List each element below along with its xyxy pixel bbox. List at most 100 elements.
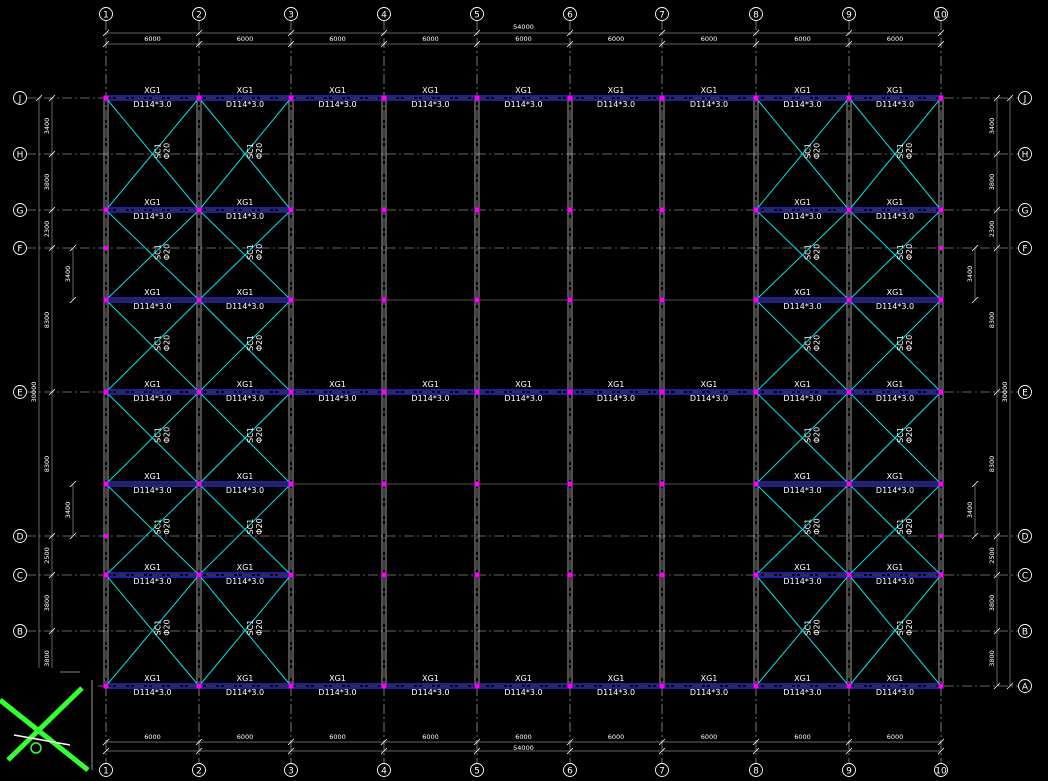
column-axis-bubble-top: 7 — [659, 11, 665, 21]
tie-beam-label: XG1 — [887, 674, 904, 683]
tie-beam-label: XG1 — [515, 86, 532, 95]
tie-beam-label: XG1 — [329, 674, 346, 683]
tie-beam-label: XG1 — [794, 198, 811, 207]
column-node — [659, 297, 665, 303]
column-node — [474, 481, 480, 487]
column-node — [938, 95, 944, 101]
column-node — [938, 297, 944, 303]
tie-beam-section: D114*3.0 — [597, 100, 635, 109]
tie-beam-label: XG1 — [608, 86, 625, 95]
column-node — [939, 246, 943, 250]
row-axis-bubble-left: E — [17, 389, 23, 399]
bay-dimension: 6000 — [701, 733, 718, 741]
tie-beam-label: XG1 — [144, 674, 161, 683]
column-node — [103, 95, 109, 101]
brace-label: SC1 — [154, 335, 163, 351]
bay-dimension: 6000 — [144, 733, 161, 741]
tie-beam-section: D114*3.0 — [783, 688, 821, 697]
brace-section: Φ20 — [905, 244, 914, 260]
brace-section: Φ20 — [905, 619, 914, 635]
tie-beam-section: D114*3.0 — [876, 302, 914, 311]
column-node — [938, 481, 944, 487]
bay-dimension: 6000 — [237, 733, 254, 741]
row-axis-bubble-left: B — [17, 628, 23, 638]
row-dimension: 3800 — [988, 650, 996, 667]
row-dimension: 3400 — [43, 118, 51, 135]
tie-beam-label: XG1 — [515, 380, 532, 389]
brace-label: SC1 — [896, 143, 905, 159]
row-axis-bubble-right: G — [1022, 207, 1029, 217]
tie-beam-section: D114*3.0 — [133, 577, 171, 586]
row-dimension: 8300 — [988, 456, 996, 473]
column-node — [103, 572, 109, 578]
brace-section: Φ20 — [255, 427, 264, 443]
bay-dimension: 6000 — [887, 733, 904, 741]
column-node — [196, 683, 202, 689]
tie-beam-section: D114*3.0 — [226, 100, 264, 109]
column-node — [659, 481, 665, 487]
column-node — [846, 572, 852, 578]
column-axis-bubble-bottom: 4 — [381, 767, 387, 777]
tie-beam-label: XG1 — [237, 563, 254, 572]
column-node — [846, 683, 852, 689]
tie-beam-label: XG1 — [887, 472, 904, 481]
column-node — [939, 534, 943, 538]
tie-beam-section: D114*3.0 — [597, 394, 635, 403]
row-axis-bubble-left: D — [17, 533, 24, 543]
column-node — [567, 683, 573, 689]
column-node — [196, 389, 202, 395]
brace-label: SC1 — [804, 519, 813, 535]
column-node — [104, 246, 108, 250]
column-axis-bubble-top: 6 — [567, 11, 573, 21]
tie-beam-section: D114*3.0 — [226, 394, 264, 403]
column-axis-bubble-top: 1 — [103, 11, 109, 21]
bay-dimension: 6000 — [329, 35, 346, 43]
row-axis-bubble-right: H — [1022, 151, 1029, 161]
row-dimension: 2300 — [43, 221, 51, 238]
column-axis-bubble-top: 3 — [288, 11, 294, 21]
brace-section: Φ20 — [255, 244, 264, 260]
column-node — [288, 389, 294, 395]
tie-beam-label: XG1 — [887, 86, 904, 95]
row-dimension: 3400 — [988, 118, 996, 135]
tie-beam-section: D114*3.0 — [876, 394, 914, 403]
row-dimension: 8300 — [988, 312, 996, 329]
column-node — [381, 572, 387, 578]
tie-beam-section: D114*3.0 — [318, 394, 356, 403]
brace-section: Φ20 — [163, 427, 172, 443]
row-axis-bubble-right: F — [1022, 245, 1027, 255]
column-node — [846, 389, 852, 395]
tie-beam-label: XG1 — [237, 288, 254, 297]
tie-beam-section: D114*3.0 — [783, 302, 821, 311]
column-node — [288, 683, 294, 689]
brace-label: SC1 — [246, 519, 255, 535]
tie-beam-label: XG1 — [608, 674, 625, 683]
row-axis-bubble-right: C — [1022, 572, 1028, 582]
brace-section: Φ20 — [163, 619, 172, 635]
brace-label: SC1 — [246, 244, 255, 260]
column-axis-bubble-top: 8 — [753, 11, 759, 21]
tie-beam-section: D114*3.0 — [783, 394, 821, 403]
bay-dimension: 6000 — [794, 35, 811, 43]
column-axis-bubble-bottom: 10 — [935, 767, 947, 777]
column-node — [103, 297, 109, 303]
tie-beam-label: XG1 — [144, 563, 161, 572]
tie-beam-section: D114*3.0 — [876, 486, 914, 495]
brace-label: SC1 — [804, 427, 813, 443]
column-node — [474, 297, 480, 303]
tie-beam-section: D114*3.0 — [504, 394, 542, 403]
tie-beam-section: D114*3.0 — [504, 100, 542, 109]
column-node — [288, 95, 294, 101]
column-node — [659, 572, 665, 578]
tie-beam-label: XG1 — [794, 674, 811, 683]
total-dimension: 54000 — [513, 23, 534, 31]
brace-section: Φ20 — [163, 335, 172, 351]
column-node — [103, 683, 109, 689]
sub-dimension: 3400 — [966, 502, 974, 519]
column-node — [104, 534, 108, 538]
brace-section: Φ20 — [163, 143, 172, 159]
column-axis-bubble-top: 2 — [196, 11, 202, 21]
brace-label: SC1 — [896, 427, 905, 443]
brace-section: Φ20 — [813, 143, 822, 159]
tie-beam-section: D114*3.0 — [226, 577, 264, 586]
